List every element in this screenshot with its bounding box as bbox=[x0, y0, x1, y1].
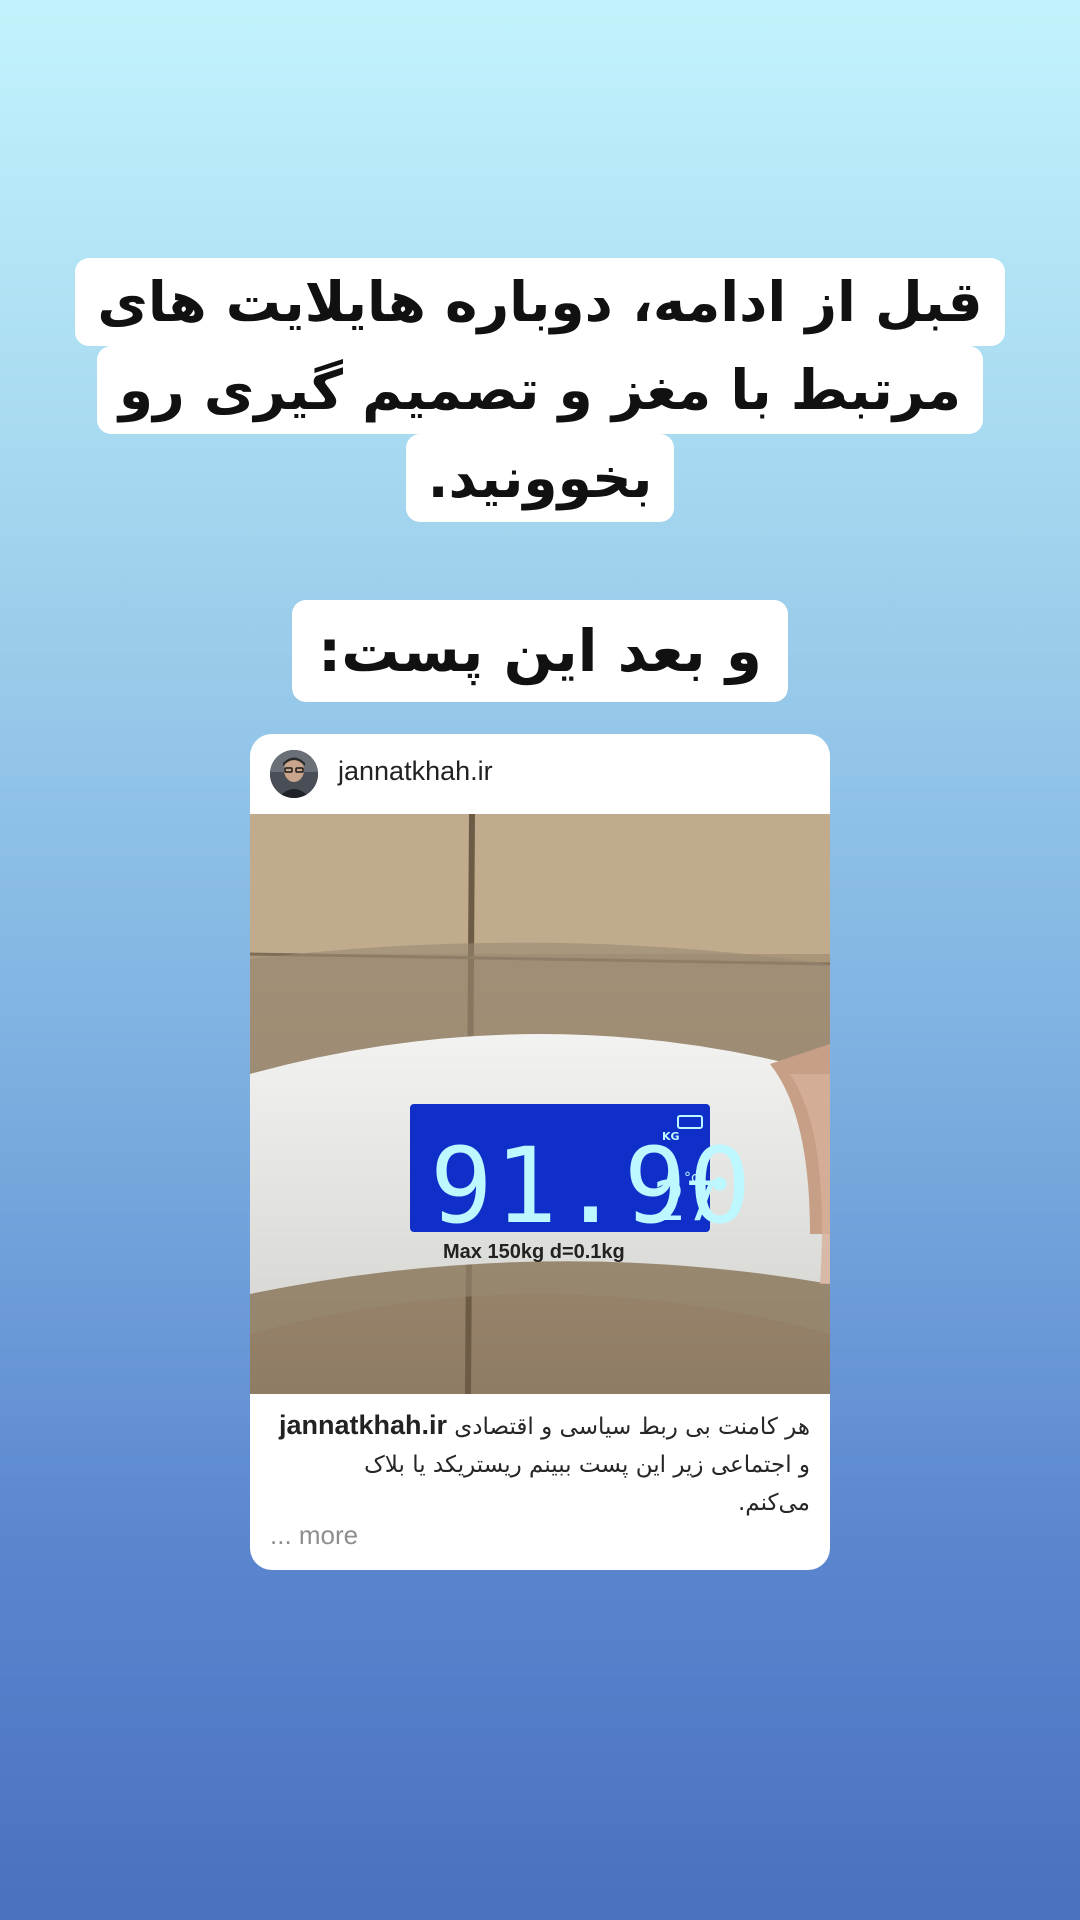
caption-text-1: هر کامنت بی ربط سیاسی و اقتصادی bbox=[454, 1414, 810, 1440]
scale-unit: KG bbox=[662, 1130, 680, 1143]
headline-line-3: بخوونید. bbox=[405, 434, 675, 522]
person-photo-icon bbox=[270, 750, 318, 798]
subhead-text: و بعد این پست: bbox=[292, 600, 788, 702]
headline-line-2: مرتبط با مغز و تصمیم گیری رو bbox=[96, 346, 984, 434]
post-caption: هر کامنت بی ربط سیاسی و اقتصادی jannatkh… bbox=[270, 1406, 810, 1522]
more-link[interactable]: ... more bbox=[270, 1520, 358, 1551]
post-username[interactable]: jannatkhah.ir bbox=[338, 756, 493, 787]
caption-line-3: می‌کنم. bbox=[738, 1490, 810, 1516]
bathroom-scale-icon: 91.90 KG 27 °c Max 150kg d=0.1kg bbox=[250, 814, 830, 1394]
avatar[interactable] bbox=[270, 750, 318, 798]
headline: قبل از ادامه، دوباره هایلایت های مرتبط ب… bbox=[0, 258, 1080, 522]
scale-temperature-unit: °c bbox=[684, 1170, 699, 1186]
subhead: و بعد این پست: bbox=[0, 600, 1080, 702]
post-header: jannatkhah.ir bbox=[250, 734, 830, 814]
scale-spec-text: Max 150kg d=0.1kg bbox=[443, 1241, 625, 1263]
post-card[interactable]: jannatkhah.ir 91.90 KG 27 °c Max 150kg d… bbox=[250, 734, 830, 1570]
caption-username[interactable]: jannatkhah.ir bbox=[279, 1410, 447, 1440]
headline-line-1: قبل از ادامه، دوباره هایلایت های bbox=[75, 258, 1005, 346]
caption-line-1: هر کامنت بی ربط سیاسی و اقتصادی jannatkh… bbox=[270, 1406, 810, 1446]
post-photo[interactable]: 91.90 KG 27 °c Max 150kg d=0.1kg bbox=[250, 814, 830, 1394]
caption-line-2: و اجتماعی زیر این پست ببینم ریستریکد یا … bbox=[364, 1452, 810, 1478]
